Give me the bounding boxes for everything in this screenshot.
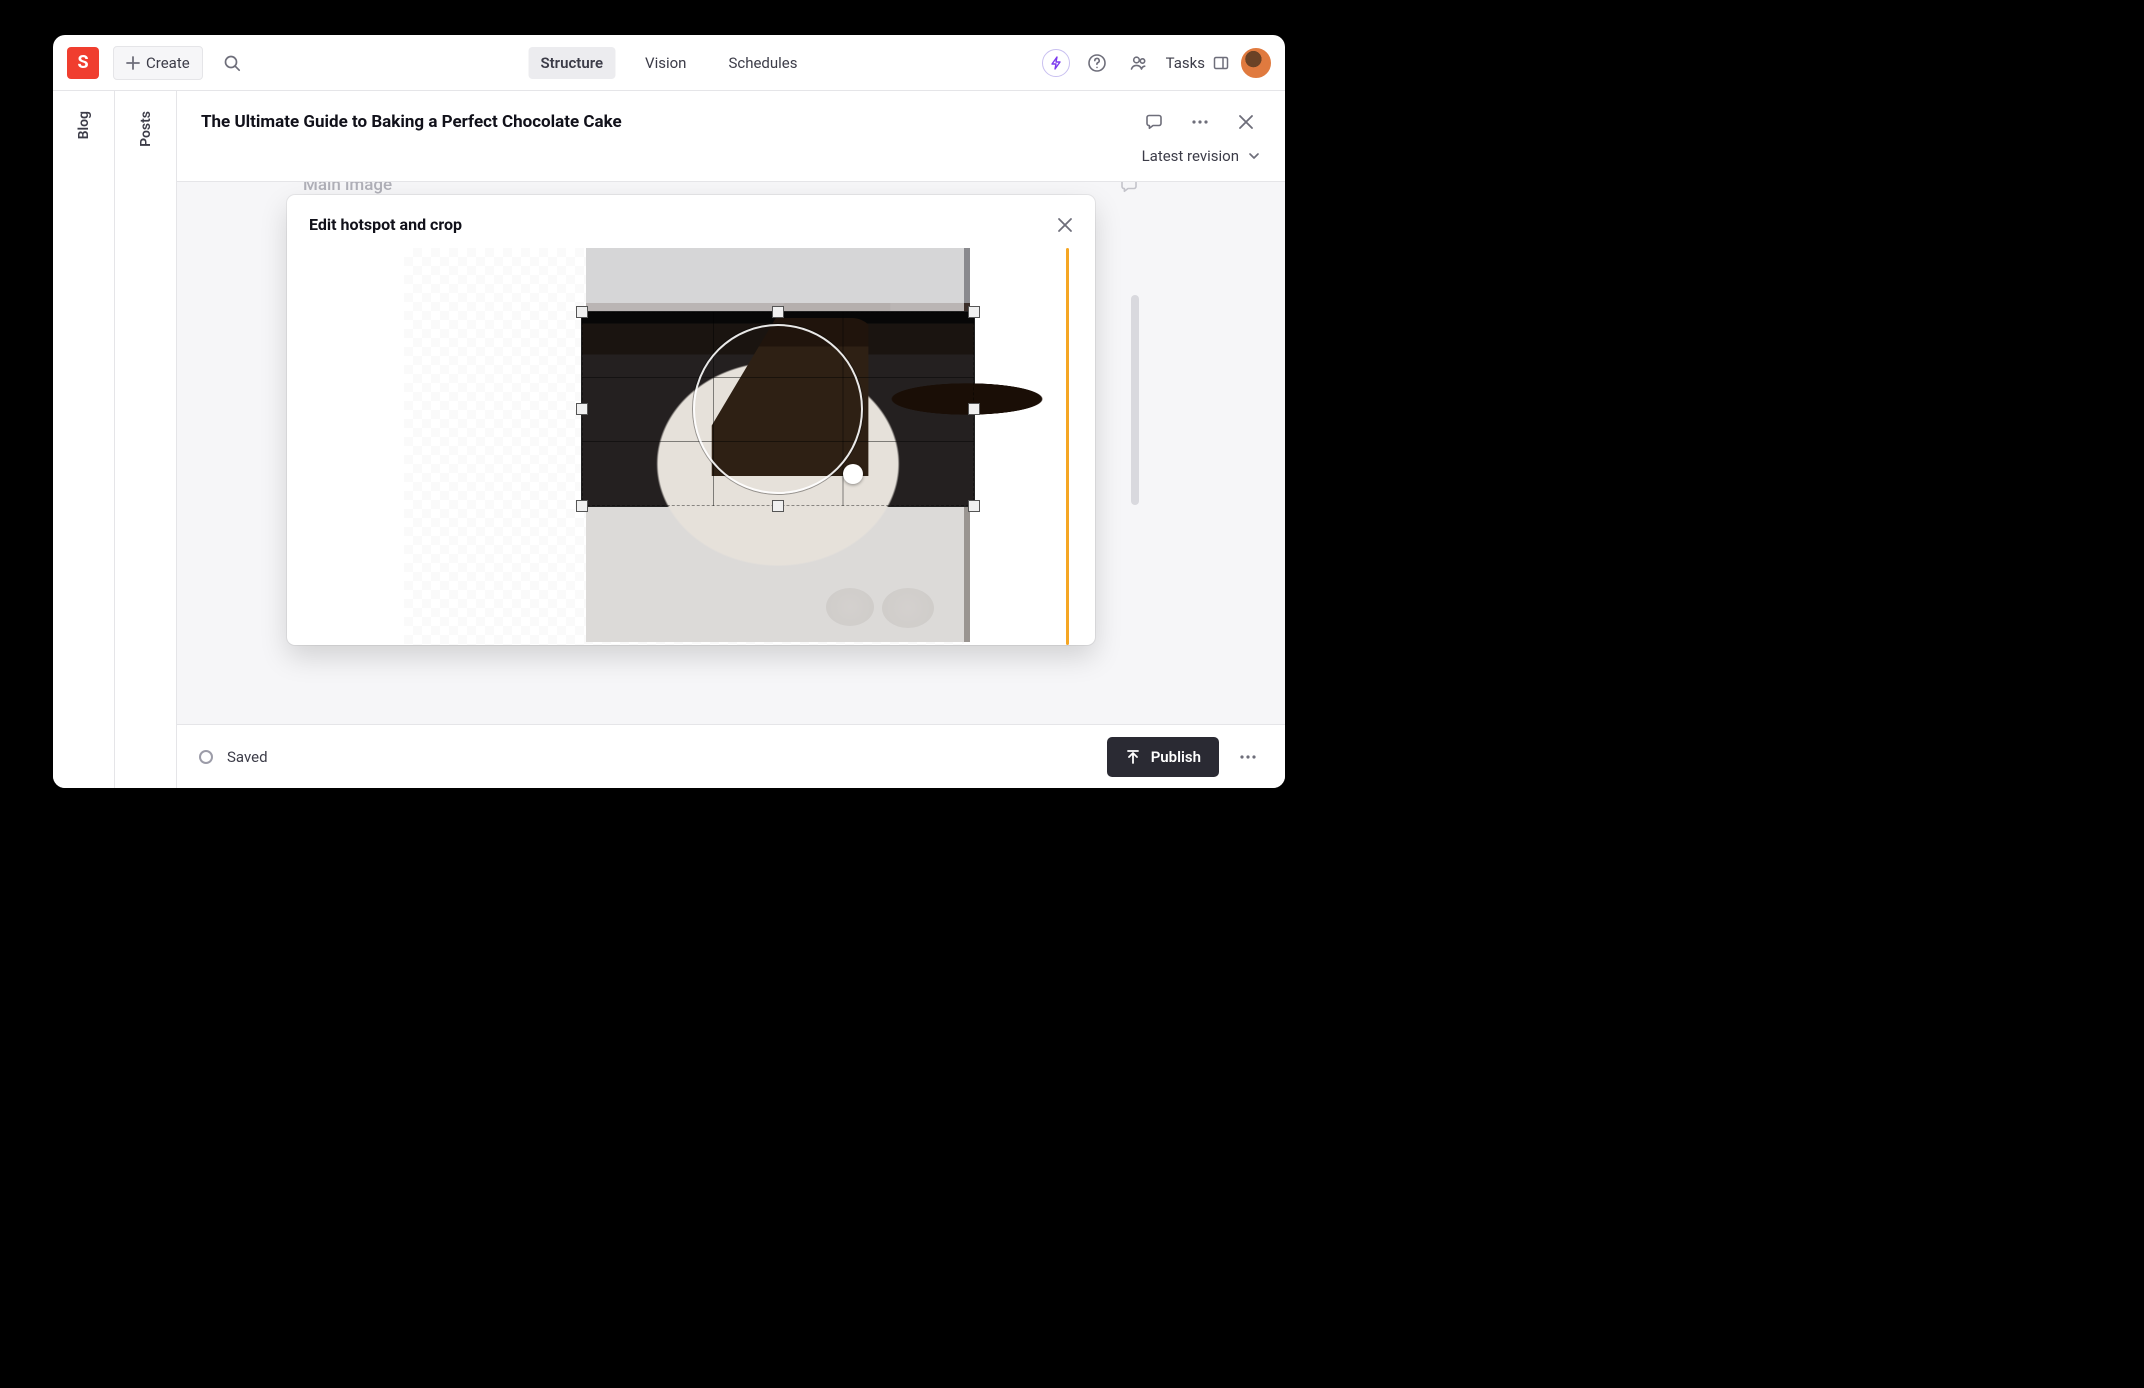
comments-button[interactable] bbox=[1139, 107, 1169, 137]
document-footer: Saved Publish bbox=[177, 724, 1285, 788]
crop-handle-n[interactable] bbox=[772, 306, 784, 318]
help-icon bbox=[1087, 53, 1107, 73]
comment-icon bbox=[1144, 112, 1164, 132]
crop-canvas[interactable] bbox=[309, 248, 1058, 645]
rail-posts-label: Posts bbox=[138, 111, 154, 147]
crop-handle-w[interactable] bbox=[576, 403, 588, 415]
crop-handle-nw[interactable] bbox=[576, 306, 588, 318]
create-button[interactable]: Create bbox=[113, 46, 203, 80]
hotspot-crop-dialog: Edit hotspot and crop bbox=[287, 195, 1095, 645]
panel-icon bbox=[1213, 55, 1229, 71]
nav-tabs: Structure Vision Schedules bbox=[528, 47, 809, 79]
crop-handle-se[interactable] bbox=[968, 500, 980, 512]
rail-posts[interactable]: Posts bbox=[115, 91, 177, 788]
crop-handle-e[interactable] bbox=[968, 403, 980, 415]
bolt-icon bbox=[1049, 56, 1063, 70]
presence-button[interactable] bbox=[1124, 48, 1154, 78]
users-icon bbox=[1129, 53, 1149, 73]
rail-blog[interactable]: Blog bbox=[53, 91, 115, 788]
create-label: Create bbox=[146, 54, 190, 72]
top-toolbar: S Create Structure Vision Schedules bbox=[53, 35, 1285, 91]
field-label-main-image: Main image bbox=[303, 182, 392, 195]
publish-label: Publish bbox=[1151, 748, 1201, 766]
revision-dropdown[interactable]: Latest revision bbox=[201, 147, 1261, 165]
close-icon bbox=[1238, 114, 1254, 130]
tab-schedules[interactable]: Schedules bbox=[716, 47, 809, 79]
hotspot-circle[interactable] bbox=[693, 324, 863, 494]
status-text: Saved bbox=[227, 748, 268, 766]
changed-indicator bbox=[1066, 248, 1069, 645]
dialog-close-button[interactable] bbox=[1057, 217, 1073, 233]
content-area: Main image Edit hotspot and crop bbox=[177, 182, 1285, 724]
revision-label: Latest revision bbox=[1142, 147, 1239, 165]
tab-vision[interactable]: Vision bbox=[633, 47, 698, 79]
more-icon bbox=[1190, 119, 1210, 125]
help-button[interactable] bbox=[1082, 48, 1112, 78]
dialog-title: Edit hotspot and crop bbox=[309, 215, 1057, 234]
status-indicator bbox=[199, 750, 213, 764]
field-comment-icon bbox=[1119, 182, 1139, 195]
app-window: S Create Structure Vision Schedules bbox=[53, 35, 1285, 788]
close-icon bbox=[1057, 217, 1073, 233]
publish-button[interactable]: Publish bbox=[1107, 737, 1219, 777]
footer-menu-button[interactable] bbox=[1233, 742, 1263, 772]
user-avatar[interactable] bbox=[1241, 48, 1271, 78]
publish-icon bbox=[1125, 749, 1141, 765]
tasks-button[interactable]: Tasks bbox=[1166, 54, 1229, 72]
ai-assist-button[interactable] bbox=[1042, 49, 1070, 77]
hotspot-resize-handle[interactable] bbox=[843, 464, 863, 484]
crop-handle-ne[interactable] bbox=[968, 306, 980, 318]
body: Blog Posts The Ultimate Guide to Baking … bbox=[53, 91, 1285, 788]
crop-rect[interactable] bbox=[582, 312, 974, 506]
search-button[interactable] bbox=[217, 48, 247, 78]
tasks-label: Tasks bbox=[1166, 54, 1205, 72]
close-document-button[interactable] bbox=[1231, 107, 1261, 137]
plus-icon bbox=[126, 56, 140, 70]
tab-structure[interactable]: Structure bbox=[528, 47, 615, 79]
crop-handle-sw[interactable] bbox=[576, 500, 588, 512]
chevron-down-icon bbox=[1247, 149, 1261, 163]
crop-handle-s[interactable] bbox=[772, 500, 784, 512]
checker-bg bbox=[404, 248, 964, 645]
more-icon bbox=[1238, 754, 1258, 760]
document-header: The Ultimate Guide to Baking a Perfect C… bbox=[177, 91, 1285, 182]
search-icon bbox=[223, 54, 241, 72]
toolbar-right: Tasks bbox=[1042, 48, 1271, 78]
document-title: The Ultimate Guide to Baking a Perfect C… bbox=[201, 112, 1139, 132]
rail-blog-label: Blog bbox=[76, 111, 92, 139]
scrollbar[interactable] bbox=[1131, 295, 1139, 505]
main-pane: The Ultimate Guide to Baking a Perfect C… bbox=[177, 91, 1285, 788]
document-menu-button[interactable] bbox=[1185, 107, 1215, 137]
app-logo[interactable]: S bbox=[67, 47, 99, 79]
